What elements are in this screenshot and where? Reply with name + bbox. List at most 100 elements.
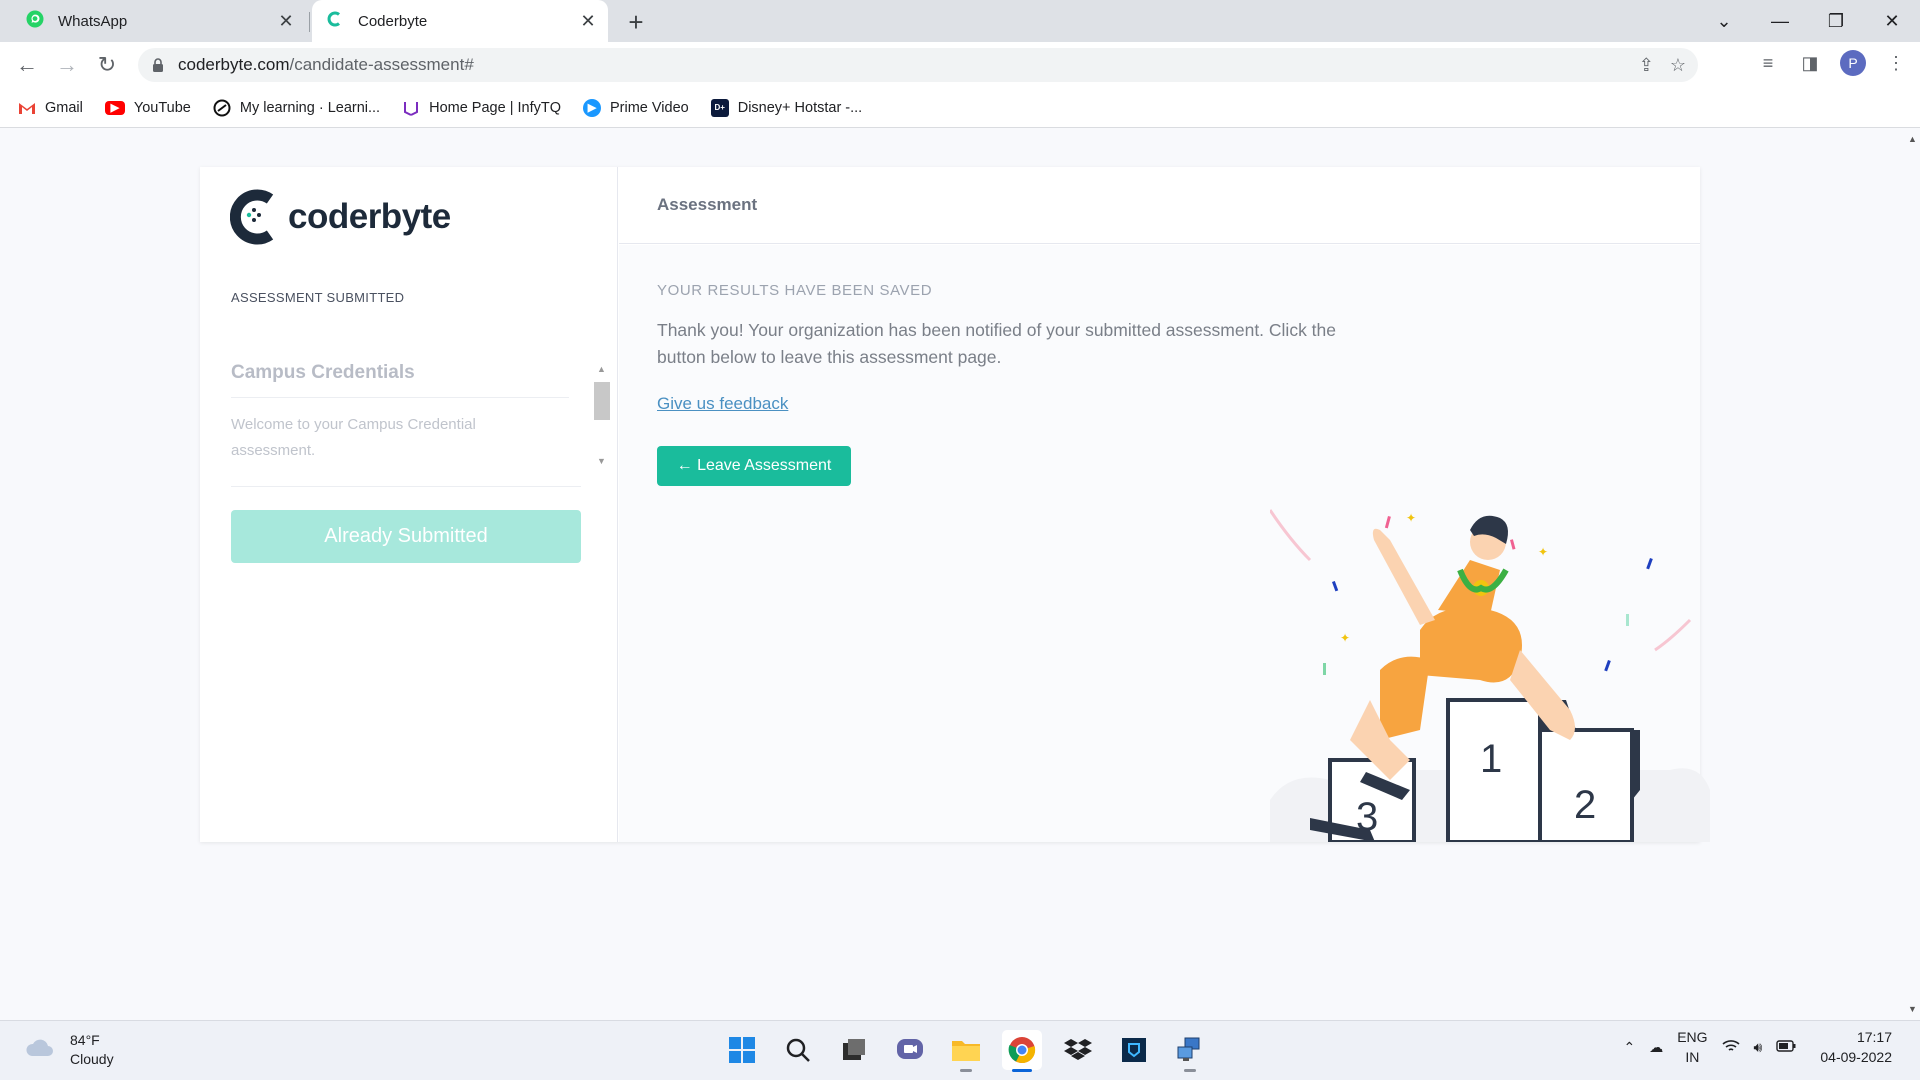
page-scrollbar[interactable]: ▲ ▼	[1904, 128, 1920, 1020]
scroll-up-icon[interactable]: ▲	[597, 364, 606, 374]
window-controls: ⌄ — ❐ ✕	[1696, 0, 1920, 42]
dropbox-icon	[1064, 1039, 1092, 1060]
sparkle: ✦	[1538, 545, 1548, 559]
prime-video-icon: ▶	[583, 98, 601, 117]
language-indicator[interactable]: ENG IN	[1677, 1027, 1707, 1067]
thank-you-message: Thank you! Your organization has been no…	[657, 320, 1337, 367]
menu-icon[interactable]: ⋮	[1884, 53, 1908, 74]
coderbyte-logo-icon	[230, 189, 274, 245]
bookmark-youtube[interactable]: ▶ YouTube	[104, 99, 191, 116]
logo-wordmark: coderbyte	[288, 197, 451, 236]
section-title: Campus Credentials	[231, 362, 415, 383]
teams-chat-button[interactable]	[890, 1030, 930, 1070]
scroll-up-icon[interactable]: ▲	[1908, 134, 1917, 144]
battery-icon[interactable]	[1776, 1039, 1796, 1055]
chevron-up-icon[interactable]: ⌃	[1623, 1039, 1635, 1056]
infytq-icon	[402, 99, 420, 117]
hotstar-icon: D+	[710, 98, 729, 117]
url-text: coderbyte.com/candidate-assessment#	[178, 55, 474, 75]
whatsapp-icon	[26, 10, 44, 32]
tab-coderbyte[interactable]: Coderbyte ✕	[312, 0, 608, 42]
tab-whatsapp[interactable]: WhatsApp ✕	[12, 0, 306, 42]
coderbyte-icon	[326, 10, 344, 32]
divider	[231, 397, 569, 398]
podium-second-label: 2	[1574, 783, 1596, 827]
date: 04-09-2022	[1820, 1049, 1892, 1065]
bookmark-hotstar[interactable]: D+ Disney+ Hotstar -...	[710, 98, 863, 117]
app-shield-icon	[1122, 1038, 1146, 1062]
chrome-button[interactable]	[1002, 1030, 1042, 1072]
search-button[interactable]	[778, 1030, 818, 1070]
running-indicator	[960, 1069, 972, 1072]
folder-icon	[952, 1041, 980, 1061]
tab-bar: WhatsApp ✕ Coderbyte ✕ + ⌄ — ❐ ✕	[0, 0, 1920, 42]
side-panel-icon[interactable]: ◨	[1798, 53, 1822, 74]
already-submitted-button[interactable]: Already Submitted	[231, 510, 581, 563]
scroll-thumb[interactable]	[594, 382, 610, 420]
time: 17:17	[1856, 1029, 1892, 1045]
bookmark-gmail[interactable]: Gmail	[18, 99, 83, 117]
task-view-icon	[843, 1039, 865, 1060]
weather-widget[interactable]: 84°F Cloudy	[24, 1031, 114, 1069]
page-title: Assessment	[657, 195, 758, 214]
onedrive-cloud-icon[interactable]: ☁	[1649, 1039, 1663, 1056]
clock[interactable]: 17:17 04-09-2022	[1820, 1027, 1892, 1067]
forward-icon[interactable]: →	[52, 50, 82, 80]
share-icon[interactable]: ⇪	[1639, 55, 1654, 76]
assessment-section: Campus Credentials Welcome to your Campu…	[231, 362, 610, 487]
close-window-icon[interactable]: ✕	[1864, 11, 1920, 32]
tab-title: Coderbyte	[358, 12, 428, 30]
bookmark-my-learning[interactable]: My learning · Learni...	[213, 99, 380, 117]
dropbox-button[interactable]	[1058, 1030, 1098, 1070]
app-button[interactable]	[1114, 1030, 1154, 1070]
wifi-icon[interactable]	[1722, 1039, 1740, 1056]
bookmark-label: YouTube	[133, 99, 191, 116]
podium-first-label: 1	[1480, 737, 1502, 781]
feedback-link[interactable]: Give us feedback	[657, 394, 788, 414]
bookmark-label: Prime Video	[610, 99, 689, 116]
restore-icon[interactable]: ❐	[1808, 11, 1864, 32]
leave-assessment-button[interactable]: ← Leave Assessment	[657, 446, 851, 486]
file-explorer-button[interactable]	[946, 1030, 986, 1072]
assessment-sidebar: coderbyte ASSESSMENT SUBMITTED Campus Cr…	[200, 167, 618, 842]
back-icon[interactable]: ←	[12, 50, 42, 80]
tab-search-icon[interactable]: ⌄	[1696, 11, 1752, 32]
tab-title: WhatsApp	[58, 12, 128, 30]
start-button[interactable]	[722, 1030, 762, 1070]
address-bar[interactable]: coderbyte.com/candidate-assessment# ⇪ ☆	[138, 48, 1698, 82]
assessment-status: ASSESSMENT SUBMITTED	[231, 290, 405, 305]
browser-toolbar: ← → ↻ coderbyte.com/candidate-assessment…	[0, 42, 1920, 88]
bookmark-label: Disney+ Hotstar -...	[737, 99, 863, 116]
bookmark-label: Gmail	[45, 99, 83, 116]
teams-chat-icon	[897, 1039, 923, 1059]
main-header: Assessment	[619, 167, 1700, 244]
network-app-button[interactable]	[1170, 1030, 1210, 1072]
youtube-icon: ▶	[104, 100, 125, 115]
tab-divider	[309, 12, 310, 32]
network-computers-icon	[1177, 1037, 1200, 1061]
section-scrollbar[interactable]: ▲ ▼	[593, 362, 611, 472]
close-tab-icon[interactable]: ✕	[576, 9, 600, 33]
close-tab-icon[interactable]: ✕	[274, 9, 298, 33]
bookmark-label: My learning · Learni...	[239, 99, 381, 116]
scroll-down-icon[interactable]: ▼	[597, 456, 606, 466]
coderbyte-logo: coderbyte	[230, 189, 451, 245]
url-path: /candidate-assessment#	[289, 55, 474, 74]
bookmark-prime-video[interactable]: ▶ Prime Video	[583, 98, 689, 117]
results-saved-label: YOUR RESULTS HAVE BEEN SAVED	[657, 282, 933, 299]
reload-icon[interactable]: ↻	[92, 50, 122, 80]
system-tray: ⌃ ☁ ENG IN 🔊︎ 17:17 04-09-2022	[1623, 1027, 1892, 1067]
taskbar-apps	[722, 1030, 1210, 1072]
volume-icon[interactable]: 🔊︎	[1754, 1039, 1763, 1056]
bookmark-label: Home Page | InfyTQ	[429, 99, 561, 116]
bookmark-infytq[interactable]: Home Page | InfyTQ	[402, 99, 561, 117]
temperature: 84°F	[70, 1032, 100, 1048]
task-view-button[interactable]	[834, 1030, 874, 1070]
media-control-icon[interactable]: ≡	[1756, 53, 1780, 74]
bookmark-star-icon[interactable]: ☆	[1670, 55, 1686, 76]
minimize-icon[interactable]: —	[1752, 11, 1808, 32]
bookmarks-bar: Gmail ▶ YouTube My learning · Learni... …	[0, 88, 1920, 128]
new-tab-button[interactable]: +	[622, 7, 650, 37]
profile-avatar[interactable]: P	[1840, 50, 1866, 76]
scroll-down-icon[interactable]: ▼	[1908, 1004, 1917, 1014]
